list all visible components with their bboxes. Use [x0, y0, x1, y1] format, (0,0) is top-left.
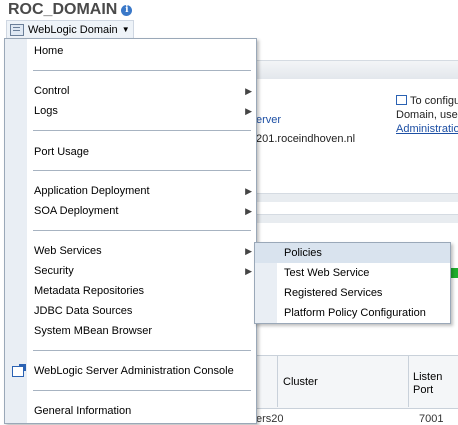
background-section-bar — [255, 60, 458, 79]
menu-item-label: Home — [34, 45, 64, 57]
submenu-item-test-web-service[interactable]: Test Web Service — [255, 263, 450, 283]
domain-header: ROC_DOMAIN i — [8, 0, 133, 20]
menu-separator — [33, 130, 251, 131]
configure-note-line-1: To configu — [410, 95, 458, 107]
menu-item-label: Web Services — [34, 245, 102, 257]
submenu-item-label: Test Web Service — [284, 267, 370, 279]
column-divider — [277, 355, 278, 407]
host-name-text: 201.roceindhoven.nl — [256, 133, 356, 145]
external-link-icon — [12, 364, 26, 377]
menu-item-label: WebLogic Server Administration Console — [34, 365, 234, 377]
chevron-right-icon: ▶ — [245, 186, 252, 196]
menu-item-label: System MBean Browser — [34, 325, 152, 337]
background-divider — [255, 193, 458, 202]
menu-item-application-deployment[interactable]: Application Deployment ▶ — [5, 181, 256, 201]
domain-title: ROC_DOMAIN — [8, 1, 118, 18]
weblogic-domain-menu-label: WebLogic Domain — [28, 23, 118, 36]
menu-separator — [33, 230, 251, 231]
menu-separator — [33, 170, 251, 171]
submenu-item-label: Policies — [284, 247, 322, 259]
configure-note: To configu Domain, use t Administration — [396, 94, 458, 136]
listen-port-line-1: Listen — [413, 371, 443, 383]
web-services-submenu: Policies Test Web Service Registered Ser… — [254, 242, 451, 324]
menu-item-control[interactable]: Control ▶ — [5, 81, 256, 101]
menu-item-metadata-repositories[interactable]: Metadata Repositories — [5, 281, 256, 301]
menu-item-label: Metadata Repositories — [34, 285, 145, 297]
chevron-right-icon: ▶ — [245, 266, 252, 276]
chevron-right-icon: ▶ — [245, 106, 252, 116]
menu-item-port-usage[interactable]: Port Usage — [5, 142, 256, 162]
menu-separator — [33, 350, 251, 351]
menu-item-home[interactable]: Home — [5, 41, 256, 61]
listen-port-line-2: Port — [413, 384, 434, 396]
menu-item-label: SOA Deployment — [34, 205, 119, 217]
weblogic-domain-menu-button[interactable]: WebLogic Domain ▼ — [6, 20, 134, 39]
menu-item-label: Port Usage — [34, 146, 90, 158]
column-header-listen-port[interactable]: Listen Port — [413, 371, 442, 397]
menu-item-label: Application Deployment — [34, 185, 150, 197]
menu-item-web-services[interactable]: Web Services ▶ — [5, 241, 256, 261]
menu-item-label: Logs — [34, 105, 58, 117]
submenu-item-policies[interactable]: Policies — [255, 243, 450, 263]
weblogic-domain-menu: Home Control ▶ Logs ▶ Port Usage Applica… — [4, 38, 257, 424]
column-header-cluster[interactable]: Cluster — [283, 376, 318, 388]
weblogic-domain-icon — [10, 23, 24, 36]
configure-note-line-2: Domain, use t — [396, 109, 458, 121]
chevron-right-icon: ▶ — [245, 246, 252, 256]
chevron-right-icon: ▶ — [245, 206, 252, 216]
menu-item-admin-console[interactable]: WebLogic Server Administration Console — [5, 361, 256, 381]
menu-item-general-information[interactable]: General Information — [5, 401, 256, 421]
server-link[interactable]: erver — [256, 114, 281, 126]
menu-item-soa-deployment[interactable]: SOA Deployment ▶ — [5, 201, 256, 221]
menu-item-jdbc-data-sources[interactable]: JDBC Data Sources — [5, 301, 256, 321]
menu-item-label: JDBC Data Sources — [34, 305, 133, 317]
submenu-item-registered-services[interactable]: Registered Services — [255, 283, 450, 303]
table-cell: 7001 — [419, 413, 444, 425]
chevron-right-icon: ▶ — [245, 86, 252, 96]
menu-separator — [33, 70, 251, 71]
menu-item-label: General Information — [34, 405, 132, 417]
menu-item-label: Control — [34, 85, 70, 97]
menu-item-system-mbean-browser[interactable]: System MBean Browser — [5, 321, 256, 341]
menu-item-label: Security — [34, 265, 74, 277]
column-divider — [408, 355, 409, 407]
submenu-item-label: Registered Services — [284, 287, 383, 299]
menu-item-security[interactable]: Security ▶ — [5, 261, 256, 281]
menu-item-logs[interactable]: Logs ▶ — [5, 101, 256, 121]
info-icon[interactable]: i — [121, 4, 133, 16]
chevron-down-icon: ▼ — [121, 25, 130, 34]
status-bar-green — [451, 268, 458, 278]
background-divider — [255, 214, 458, 223]
menu-separator — [33, 390, 251, 391]
administration-link[interactable]: Administration — [396, 122, 458, 136]
submenu-item-label: Platform Policy Configuration — [284, 307, 426, 319]
table-cell: ers20 — [256, 413, 284, 425]
external-link-icon — [396, 95, 407, 105]
submenu-item-platform-policy-configuration[interactable]: Platform Policy Configuration — [255, 303, 450, 323]
